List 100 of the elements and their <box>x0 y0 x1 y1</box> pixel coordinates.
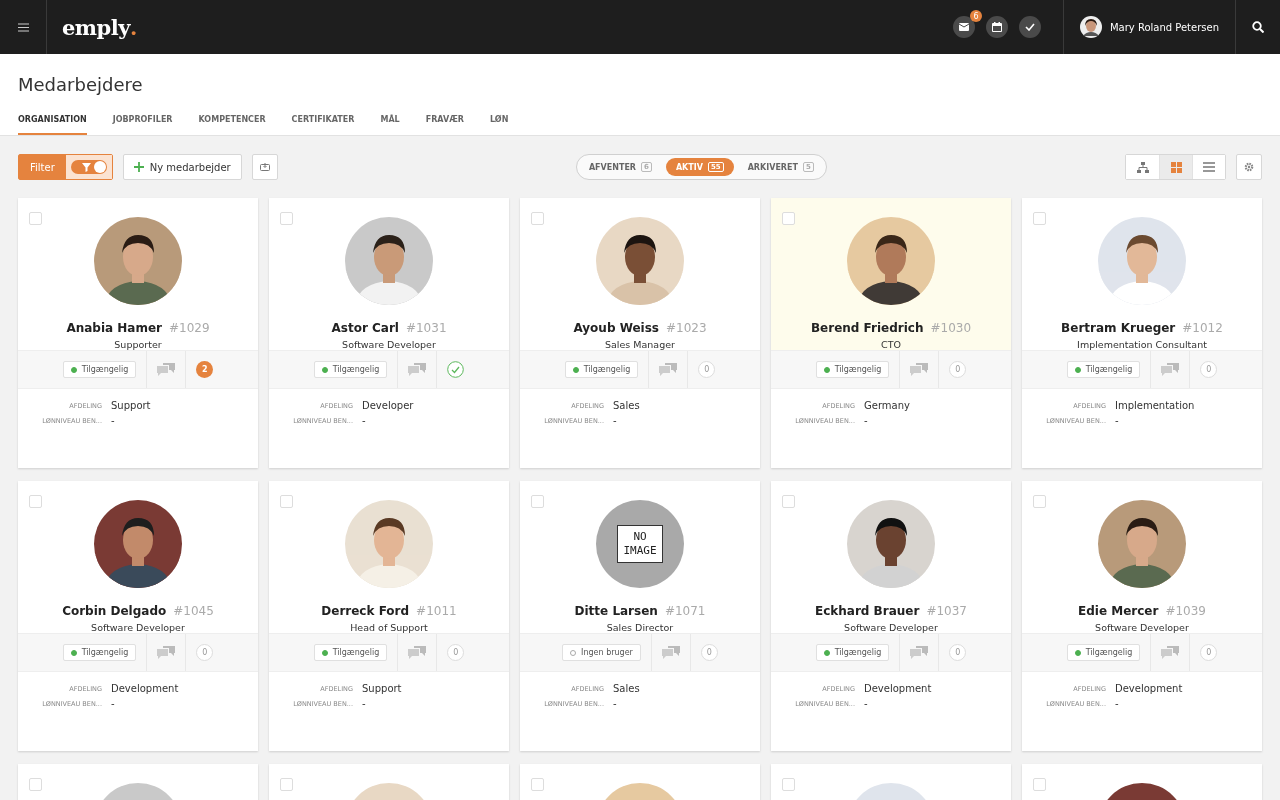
settings-button[interactable] <box>1236 154 1262 180</box>
tab[interactable]: MÅL <box>380 115 400 135</box>
checkbox[interactable] <box>782 778 795 791</box>
status-dot-icon <box>572 366 579 373</box>
field-value: - <box>362 698 367 709</box>
checkbox[interactable] <box>1033 495 1046 508</box>
chat-icon[interactable] <box>910 645 929 660</box>
field-value: - <box>613 698 618 709</box>
checkbox[interactable] <box>1033 212 1046 225</box>
checkbox[interactable] <box>782 495 795 508</box>
status-tag: Tilgængelig <box>313 361 388 378</box>
status-dot-icon <box>321 649 328 656</box>
checkbox[interactable] <box>531 778 544 791</box>
mail-button[interactable] <box>952 16 975 38</box>
tab[interactable]: ORGANISATION <box>18 115 87 135</box>
employee-name[interactable]: Eckhard Brauer <box>815 604 920 618</box>
field-value: - <box>1115 698 1120 709</box>
user-name[interactable]: Mary Roland Petersen <box>1109 21 1219 33</box>
employee-number: #1029 <box>169 321 210 335</box>
tasks-button[interactable] <box>1018 16 1041 38</box>
employee-number: #1045 <box>173 604 214 618</box>
employee-name[interactable]: Ditte Larsen <box>574 604 658 618</box>
list-icon <box>1203 162 1215 172</box>
checkbox[interactable] <box>29 495 42 508</box>
employee-name[interactable]: Berend Friedrich <box>810 321 924 335</box>
filter-toggle[interactable] <box>65 155 112 179</box>
status-dot-icon <box>1074 649 1081 656</box>
chat-icon[interactable] <box>408 645 427 660</box>
job-title: Implementation Consultant <box>1077 339 1207 350</box>
field-value: Developer <box>362 400 415 411</box>
checkbox[interactable] <box>280 212 293 225</box>
employee-number: #1071 <box>664 604 706 618</box>
status-dot-icon <box>70 649 77 656</box>
job-title: Software Developer <box>342 339 436 350</box>
employee-number: #1023 <box>666 321 707 335</box>
placeholder-text: NO IMAGE <box>617 524 663 564</box>
export-button[interactable] <box>251 154 278 180</box>
field-value: - <box>864 415 869 426</box>
field-value: - <box>111 698 116 709</box>
count-badge: 0 <box>1200 644 1218 661</box>
field-value: Implementation <box>1115 400 1196 411</box>
tab[interactable]: CERTIFIKATER <box>291 115 355 135</box>
search-icon <box>1252 21 1264 33</box>
hierarchy-icon <box>1136 161 1149 173</box>
employee-name[interactable]: Edie Mercer <box>1078 604 1159 618</box>
status-tag: Tilgængelig <box>815 361 890 378</box>
filter-icon <box>81 162 91 172</box>
field-value: Development <box>111 683 180 694</box>
employee-number: #1039 <box>1165 604 1206 618</box>
chat-icon[interactable] <box>910 362 929 377</box>
checkbox[interactable] <box>531 495 544 508</box>
view-button[interactable] <box>1159 155 1192 179</box>
employee-name[interactable]: Corbin Delgado <box>62 604 167 618</box>
field-value: Development <box>864 683 933 694</box>
calendar-button[interactable] <box>985 16 1008 38</box>
job-title: CTO <box>881 339 901 350</box>
checkbox[interactable] <box>29 778 42 791</box>
chat-icon[interactable] <box>1161 645 1180 660</box>
checkbox[interactable] <box>280 495 293 508</box>
employee-name[interactable]: Ayoub Weiss <box>573 321 659 335</box>
chat-icon[interactable] <box>1161 362 1180 377</box>
view-button[interactable] <box>1192 155 1225 179</box>
employee-name[interactable]: Astor Carl <box>331 321 399 335</box>
field-value: Support <box>111 400 152 411</box>
job-title: Supporter <box>114 339 162 350</box>
employee-name[interactable]: Bertram Krueger <box>1061 321 1176 335</box>
field-value: Support <box>362 683 403 694</box>
checkbox[interactable] <box>782 212 795 225</box>
field-value: Development <box>1115 683 1184 694</box>
logo[interactable]: emply. <box>47 0 137 54</box>
tab[interactable]: KOMPETENCER <box>198 115 266 135</box>
job-title: Sales Director <box>606 622 674 633</box>
tab[interactable]: JOBPROFILER <box>112 115 173 135</box>
employee-name[interactable]: Anabia Hamer <box>66 321 162 335</box>
chat-icon[interactable] <box>661 645 680 660</box>
calendar-icon <box>991 22 1002 32</box>
field-value: Germany <box>864 400 911 411</box>
user-avatar[interactable] <box>1079 16 1102 38</box>
checkbox[interactable] <box>531 212 544 225</box>
check-icon <box>447 361 465 378</box>
job-title: Head of Support <box>350 622 428 633</box>
checkbox[interactable] <box>1033 778 1046 791</box>
status-tag: Ingen bruger <box>562 644 641 661</box>
job-title: Sales Manager <box>605 339 675 350</box>
checkbox[interactable] <box>280 778 293 791</box>
status-dot-icon <box>823 366 830 373</box>
chat-icon[interactable] <box>659 362 678 377</box>
chat-icon[interactable] <box>408 362 427 377</box>
employee-name[interactable]: Derreck Ford <box>321 604 410 618</box>
tab[interactable]: FRAVÆR <box>425 115 464 135</box>
plus-icon <box>133 162 144 172</box>
chat-icon[interactable] <box>157 362 176 377</box>
employee-number: #1012 <box>1182 321 1223 335</box>
job-title: Software Developer <box>844 622 938 633</box>
new-employee-button[interactable]: Ny medarbejder <box>122 154 242 180</box>
checkbox[interactable] <box>29 212 42 225</box>
status-tag: Tilgængelig <box>1066 361 1141 378</box>
tab[interactable]: LØN <box>490 115 509 135</box>
chat-icon[interactable] <box>157 645 176 660</box>
tray-icon <box>259 163 270 171</box>
